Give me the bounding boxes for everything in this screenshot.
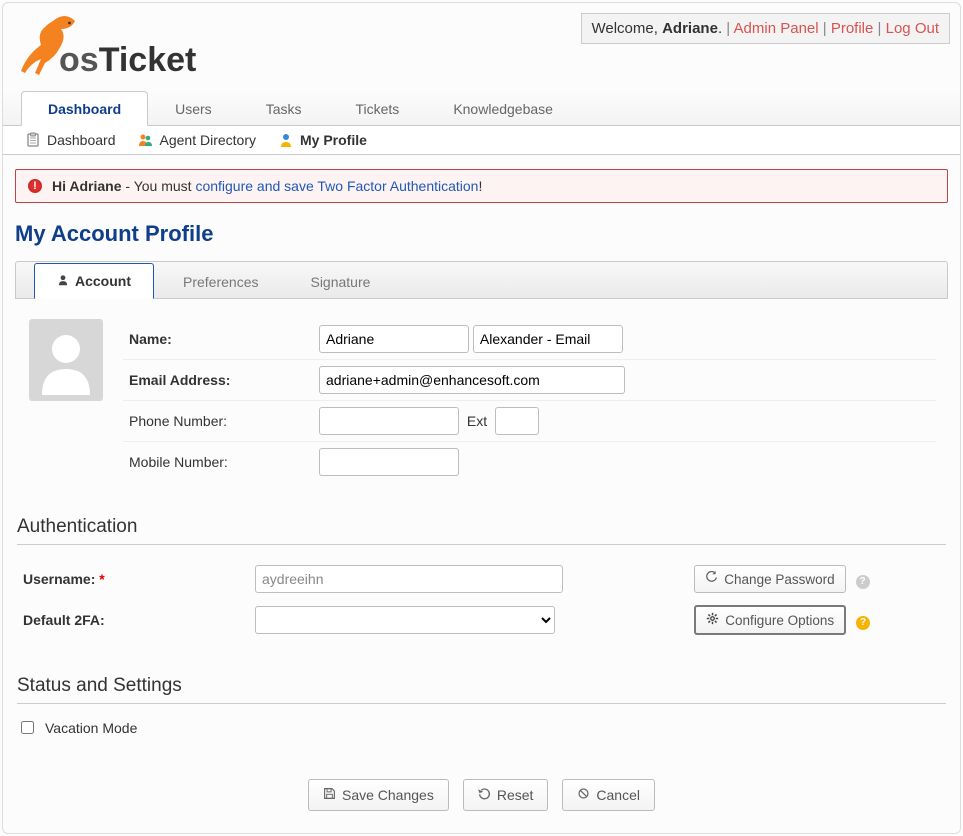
logo: osTicket [9,9,215,84]
tab-users[interactable]: Users [148,91,239,126]
configure-options-button[interactable]: Configure Options [694,605,846,635]
users-icon [138,132,154,148]
tab-dashboard[interactable]: Dashboard [21,91,148,126]
change-password-label: Change Password [724,572,834,587]
subtab-agent-directory[interactable]: Agent Directory [138,132,256,148]
email-label: Email Address: [123,360,313,401]
svg-text:osTicket: osTicket [59,41,196,79]
mobile-label: Mobile Number: [123,442,313,483]
alert-greeting: Hi Adriane [52,178,122,194]
save-label: Save Changes [342,787,434,803]
reset-button[interactable]: Reset [463,779,549,811]
alert-dash: - You must [122,178,196,194]
logout-link[interactable]: Log Out [886,20,939,37]
tab-tasks[interactable]: Tasks [239,91,329,126]
profile-link[interactable]: Profile [831,20,874,37]
subtab-dashboard[interactable]: Dashboard [25,132,116,148]
main-tabs: Dashboard Users Tasks Tickets Knowledgeb… [3,90,960,126]
admin-panel-link[interactable]: Admin Panel [734,20,819,37]
alert-2fa: ! Hi Adriane - You must configure and sa… [15,169,948,203]
avatar [29,319,103,401]
refresh-icon [705,571,718,587]
mobile-input[interactable] [319,448,459,476]
subtab-my-profile[interactable]: My Profile [278,132,367,148]
clipboard-icon [25,132,41,148]
last-name-input[interactable] [473,325,623,353]
vacation-mode-checkbox[interactable] [21,721,34,734]
alert-icon: ! [28,179,42,193]
auth-section-title: Authentication [17,516,946,545]
username-input[interactable] [255,565,563,593]
sub-tabs: Dashboard Agent Directory My Profile [3,126,960,155]
user-icon [278,132,294,148]
inner-tabs: Account Preferences Signature [15,261,948,299]
subtab-agentdir-label: Agent Directory [160,132,256,148]
inner-tab-preferences[interactable]: Preferences [160,263,281,299]
change-password-button[interactable]: Change Password [694,565,845,593]
required-asterisk: * [99,571,104,587]
twofa-select[interactable] [255,606,555,634]
undo-icon [478,787,491,803]
welcome-box: Welcome, Adriane. | Admin Panel | Profil… [581,13,951,44]
cancel-icon [577,787,590,803]
configure-options-label: Configure Options [725,613,834,628]
help-icon[interactable]: ? [856,575,870,589]
logo-main: Ticket [99,41,197,79]
inner-tab-signature[interactable]: Signature [287,263,393,299]
inner-tab-account[interactable]: Account [34,263,154,299]
vacation-mode-label: Vacation Mode [45,720,137,736]
save-icon [323,787,336,803]
status-section-title: Status and Settings [17,675,946,704]
logo-prefix: os [59,41,99,79]
username-label: Username: [23,571,95,587]
reset-label: Reset [497,787,534,803]
subtab-myprofile-label: My Profile [300,132,367,148]
twofa-label: Default 2FA: [17,599,249,641]
first-name-input[interactable] [319,325,469,353]
cancel-label: Cancel [596,787,640,803]
welcome-username: Adriane [662,20,718,37]
subtab-dashboard-label: Dashboard [47,132,116,148]
email-input[interactable] [319,366,625,394]
phone-label: Phone Number: [123,401,313,442]
ext-input[interactable] [495,407,539,435]
ext-label: Ext [467,413,487,429]
page-title: My Account Profile [15,221,948,247]
name-label: Name: [123,319,313,360]
tab-tickets[interactable]: Tickets [328,91,426,126]
cancel-button[interactable]: Cancel [562,779,655,811]
save-button[interactable]: Save Changes [308,779,449,811]
user-solid-icon [57,273,69,289]
welcome-prefix: Welcome, [592,20,663,37]
alert-link[interactable]: configure and save Two Factor Authentica… [195,178,478,194]
inner-tab-account-label: Account [75,273,131,289]
phone-input[interactable] [319,407,459,435]
gear-icon [706,612,719,628]
tab-knowledgebase[interactable]: Knowledgebase [426,91,580,126]
help-icon-warn[interactable]: ? [856,616,870,630]
